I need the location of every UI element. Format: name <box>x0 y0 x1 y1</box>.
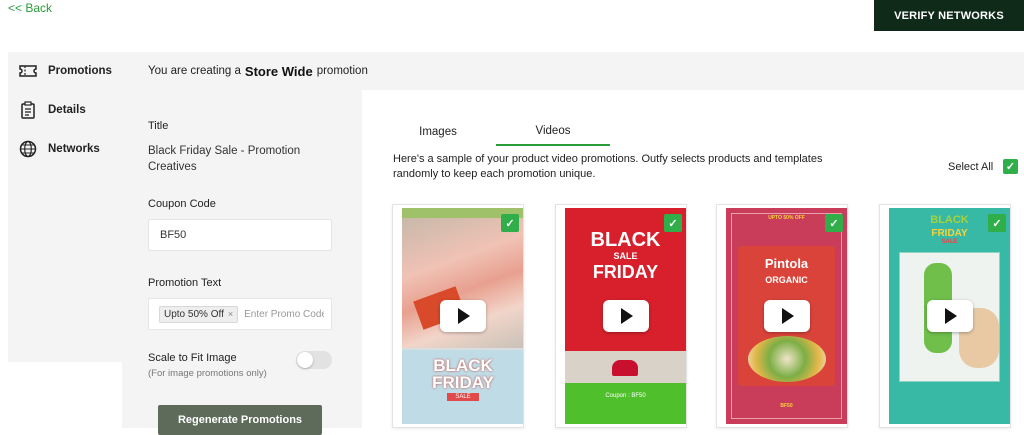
videos-description: Here's a sample of your product video pr… <box>393 153 823 180</box>
video-thumbnail: BLACK SALE FRIDAY Coupon : BF50 <box>565 208 686 424</box>
regenerate-promotions-button[interactable]: Regenerate Promotions <box>158 405 322 435</box>
verify-networks-button[interactable]: VERIFY NETWORKS <box>874 0 1024 31</box>
select-all-label: Select All <box>948 161 994 173</box>
thumbnail-coupon-text: Coupon : BF50 <box>605 393 646 399</box>
promotion-form-panel: Title Black Friday Sale - Promotion Crea… <box>122 90 362 435</box>
select-all-checkbox[interactable]: ✓ <box>1003 159 1018 174</box>
promotion-text-tag: Upto 50% Off × <box>159 305 239 323</box>
title-value: Black Friday Sale - Promotion Creatives <box>148 145 301 173</box>
banner-suffix: promotion <box>316 65 368 77</box>
clipboard-icon <box>21 101 35 119</box>
tag-remove-icon[interactable]: × <box>228 309 233 319</box>
card-checkbox[interactable]: ✓ <box>501 214 519 232</box>
thumbnail-overlay-text: BLACK FRIDAY <box>432 356 494 392</box>
checkmark-icon: ✓ <box>992 217 1002 230</box>
title-label: Title <box>148 120 169 132</box>
back-link[interactable]: << Back <box>8 1 52 15</box>
checkmark-icon: ✓ <box>1005 161 1016 173</box>
checkmark-icon: ✓ <box>505 217 515 230</box>
play-icon <box>945 308 957 324</box>
sidebar: Promotions Details Networks <box>8 52 122 362</box>
toggle-knob <box>297 352 313 368</box>
thumbnail-overlay-text: FRIDAY <box>592 262 659 282</box>
video-card-black-friday-gift[interactable]: BLACK SALE FRIDAY Coupon : BF50 ✓ <box>555 204 687 428</box>
scale-to-fit-note: (For image promotions only) <box>148 368 267 379</box>
thumbnail-overlay-sub: SALE <box>447 393 479 401</box>
card-checkbox[interactable]: ✓ <box>988 214 1006 232</box>
sidebar-item-details[interactable]: Details <box>8 91 122 129</box>
coupon-code-value: BF50 <box>160 229 187 241</box>
card-checkbox[interactable]: ✓ <box>664 214 682 232</box>
video-card-kids-toy[interactable]: BLACK FRIDAY SALE ✓ <box>879 204 1011 428</box>
thumbnail-overlay-text: Pintola <box>764 256 809 271</box>
scale-to-fit-toggle[interactable] <box>296 351 332 369</box>
play-button[interactable] <box>439 300 486 332</box>
play-icon <box>621 308 633 324</box>
promotion-text-input[interactable]: Upto 50% Off × Enter Promo Code <box>148 298 332 330</box>
checkmark-icon: ✓ <box>829 217 839 230</box>
checkmark-icon: ✓ <box>668 217 678 230</box>
video-thumbnail: UPTO 50% OFF Pintola ORGANIC BF50 <box>726 208 847 424</box>
sidebar-item-networks[interactable]: Networks <box>8 130 122 168</box>
play-icon <box>782 308 794 324</box>
tag-label: Upto 50% Off <box>164 308 224 320</box>
thumbnail-overlay-sub: SALE <box>941 239 958 245</box>
banner-promotion-type: Store Wide <box>244 63 313 79</box>
banner-prefix: You are creating a <box>148 65 241 77</box>
thumbnail-overlay-sub: SALE <box>613 251 638 261</box>
scale-to-fit-label: Scale to Fit Image <box>148 352 237 364</box>
video-thumbnail: BLACK FRIDAY SALE <box>889 208 1010 424</box>
promotion-text-label: Promotion Text <box>148 277 222 289</box>
tab-videos[interactable]: Videos <box>496 118 610 146</box>
promotion-type-banner: You are creating a Store Wide promotion <box>122 52 1024 90</box>
thumbnail-overlay-top: BLACK <box>590 229 661 251</box>
globe-icon <box>19 140 37 158</box>
play-icon <box>458 308 470 324</box>
play-button[interactable] <box>763 300 810 332</box>
coupon-code-label: Coupon Code <box>148 198 216 210</box>
video-card-pintola-oats[interactable]: UPTO 50% OFF Pintola ORGANIC BF50 ✓ <box>716 204 848 428</box>
video-card-black-friday-fashion[interactable]: BLACK FRIDAY SALE ✓ <box>392 204 524 428</box>
thumbnail-coupon-text: BF50 <box>780 403 793 409</box>
video-thumbnail: BLACK FRIDAY SALE <box>402 208 523 424</box>
tab-images[interactable]: Images <box>380 118 496 146</box>
coupon-code-input[interactable]: BF50 <box>148 219 332 251</box>
play-button[interactable] <box>926 300 973 332</box>
card-checkbox[interactable]: ✓ <box>825 214 843 232</box>
sidebar-item-promotions[interactable]: Promotions <box>8 52 122 90</box>
play-button[interactable] <box>602 300 649 332</box>
promotion-text-placeholder: Enter Promo Code <box>244 308 325 320</box>
thumbnail-overlay-sub: ORGANIC <box>765 275 808 285</box>
sidebar-item-label: Networks <box>48 143 100 155</box>
sidebar-item-label: Promotions <box>48 65 112 77</box>
sidebar-item-label: Details <box>48 104 86 116</box>
ticket-icon <box>19 65 37 77</box>
